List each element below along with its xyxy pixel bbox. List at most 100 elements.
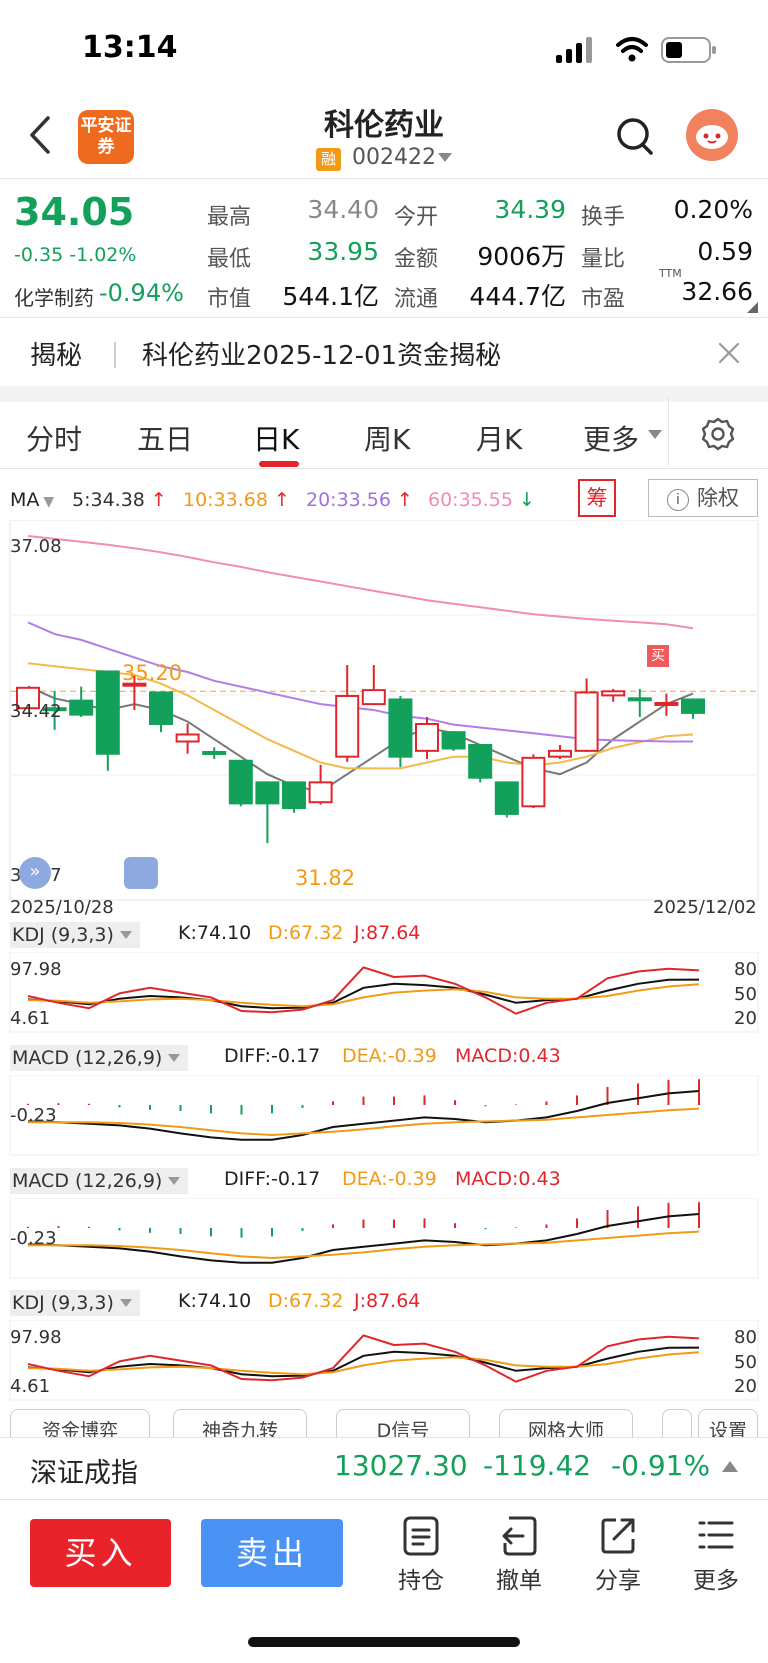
buy-signal-marker[interactable]: 买 (647, 645, 669, 667)
tab-more[interactable]: 更多 (583, 418, 639, 458)
macd-y-label: -0.23 (10, 1105, 57, 1126)
macd-diff-value: DIFF:-0.17 (224, 1045, 321, 1067)
share-icon (601, 1518, 635, 1554)
cancel-order-button[interactable]: 撤单 (479, 1515, 559, 1595)
kdj-y-bottom: 4.61 (10, 1008, 51, 1029)
kdj-y-top: 97.98 (10, 1327, 62, 1348)
chip-distribution-button[interactable]: 筹 (578, 479, 616, 517)
tool-d-signal[interactable]: D信号 (336, 1409, 470, 1439)
candle (521, 754, 546, 809)
index-change: -119.42 (483, 1449, 592, 1482)
industry-name[interactable]: 化学制药 (14, 282, 94, 311)
expand-corner-icon[interactable] (747, 302, 758, 313)
status-time: 13:14 (82, 30, 178, 65)
quote-label: 最低 (207, 247, 252, 272)
sell-button[interactable]: 卖出 (201, 1519, 343, 1587)
index-percent: -0.91% (611, 1449, 711, 1482)
quote-value: 34.40 (307, 195, 379, 224)
chevron-up-icon[interactable] (722, 1461, 738, 1472)
pe-ttm-label: TTM (659, 267, 682, 280)
tab-five-day[interactable]: 五日 (137, 418, 193, 458)
kdj-k-value: K:74.10 (178, 1290, 252, 1312)
chevron-down-icon[interactable] (438, 153, 452, 162)
candle (361, 665, 386, 706)
candle (654, 693, 679, 716)
candle (282, 781, 306, 813)
more-label: 更多 (693, 1568, 739, 1594)
positions-button[interactable]: 持仓 (381, 1515, 461, 1595)
tab-month-k[interactable]: 月K (476, 418, 522, 458)
kline-chart[interactable] (0, 520, 768, 915)
macd-value: MACD:0.43 (455, 1168, 561, 1190)
ma60-line (27, 535, 694, 630)
macd-dea-line (28, 1107, 700, 1137)
reveal-label[interactable]: 揭秘 (30, 335, 82, 372)
change-value: -0.35 (14, 244, 64, 266)
kdj-level-20: 20 (734, 1008, 757, 1029)
tab-active-indicator (259, 461, 299, 467)
quote-label: 今开 (394, 205, 439, 230)
stock-code[interactable]: 002422 (352, 145, 436, 170)
quote-label: 金额 (394, 247, 439, 272)
candle (441, 730, 466, 751)
ma20-value: 20:33.56 ↑ (306, 489, 413, 511)
quote-value: 9006万 (477, 242, 566, 271)
macd-selector[interactable]: MACD (12,26,9) (10, 1045, 189, 1071)
candle (149, 691, 173, 733)
search-icon[interactable] (615, 115, 655, 159)
kdj-selector[interactable]: KDJ (9,3,3) (10, 1290, 140, 1316)
industry-change: -0.94% (99, 279, 184, 307)
candle (202, 747, 227, 760)
tool-magic-nine[interactable]: 神奇九转 (173, 1409, 307, 1439)
kdj-selector[interactable]: KDJ (9,3,3) (10, 922, 140, 948)
y-axis-top: 37.08 (10, 536, 62, 557)
signal-icon (556, 37, 592, 63)
candle (681, 698, 705, 719)
wifi-icon (616, 37, 648, 62)
tool-settings[interactable]: 设置 (698, 1409, 758, 1439)
ex-rights-button[interactable]: i 除权 (648, 479, 758, 517)
tab-intraday[interactable]: 分时 (26, 418, 82, 458)
kdj-k-value: K:74.10 (178, 922, 252, 944)
chevron-down-icon[interactable] (648, 430, 662, 439)
tool-more[interactable] (662, 1409, 692, 1439)
kdj-level-20: 20 (734, 1376, 757, 1397)
share-button[interactable]: 分享 (578, 1515, 658, 1595)
collapse-icon[interactable]: » (19, 857, 51, 889)
home-indicator (248, 1637, 520, 1647)
quote-label: 市值 (207, 287, 252, 312)
candle (494, 781, 519, 818)
tool-grid-master[interactable]: 网格大师 (499, 1409, 633, 1439)
chart-grid (9, 520, 759, 901)
buy-button[interactable]: 买入 (30, 1519, 171, 1587)
macd-value: MACD:0.43 (455, 1045, 561, 1067)
quote-value: 0.20% (673, 195, 753, 224)
kdj-level-80: 80 (734, 959, 757, 980)
last-price: 34.05 (14, 190, 135, 234)
candle (308, 764, 333, 805)
date-end: 2025/12/02 (653, 897, 757, 918)
share-label: 分享 (595, 1568, 641, 1594)
tab-week-k[interactable]: 周K (364, 418, 410, 458)
more-button[interactable]: 更多 (676, 1515, 756, 1595)
candle (601, 688, 626, 702)
macd-selector[interactable]: MACD (12,26,9) (10, 1168, 189, 1194)
ma-selector[interactable]: MA ▼ (10, 489, 54, 511)
candle (95, 670, 120, 771)
mascot-icon (696, 125, 728, 149)
avatar[interactable] (686, 109, 738, 161)
candle (388, 695, 413, 768)
quote-value: 34.39 (494, 195, 566, 224)
kdj-level-80: 80 (734, 1327, 757, 1348)
quote-label: 最高 (207, 205, 252, 230)
gear-icon[interactable] (700, 416, 736, 452)
tab-day-k[interactable]: 日K (253, 418, 299, 458)
fullscreen-icon[interactable] (124, 857, 158, 889)
kdj-j-line (27, 1334, 700, 1383)
kdj-level-50: 50 (734, 984, 757, 1005)
divider (668, 396, 669, 466)
tool-capital-game[interactable]: 资金博弈 (10, 1409, 150, 1439)
close-icon[interactable] (716, 340, 742, 366)
reveal-text[interactable]: 科伦药业2025-12-01资金揭秘 (142, 335, 501, 372)
macd-dea-value: DEA:-0.39 (342, 1045, 437, 1067)
